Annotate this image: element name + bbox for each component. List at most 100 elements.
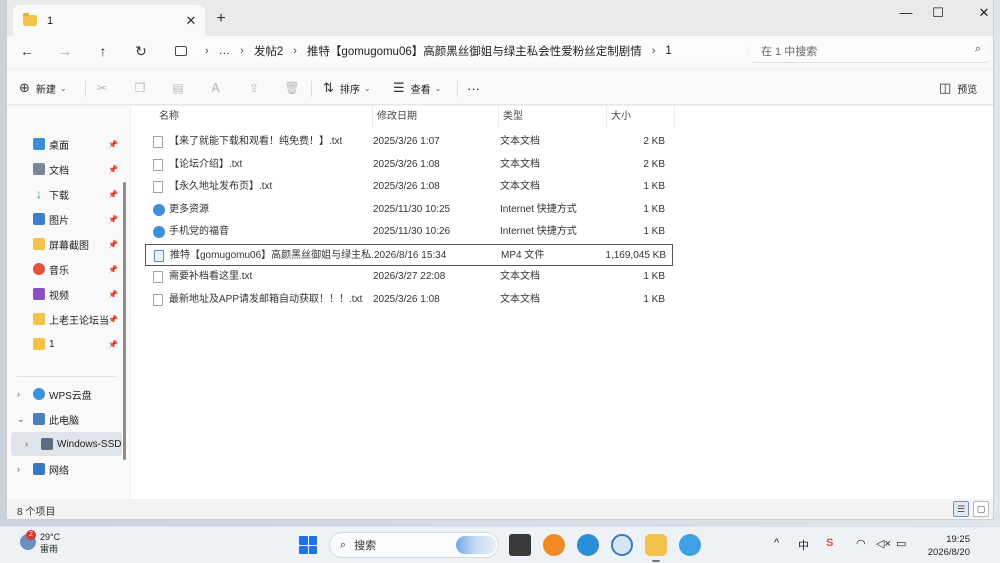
sidebar-item-screenshots[interactable]: 屏幕截图 📌 — [7, 232, 122, 256]
sort-button[interactable]: ⇅ 排序 ⌄ — [323, 79, 371, 97]
app-icon[interactable] — [679, 534, 701, 556]
column-label: 修改日期 — [377, 111, 417, 122]
tab-close-button[interactable]: ✕ — [181, 13, 201, 29]
sidebar-item-documents[interactable]: 文档 📌 — [7, 157, 122, 181]
tab-current[interactable]: 1 ✕ — [13, 5, 205, 36]
sidebar-scrollbar[interactable] — [123, 182, 126, 460]
column-header-modified[interactable]: 修改日期 — [373, 106, 499, 128]
tiles-view-button[interactable]: ▢ — [973, 501, 989, 517]
address-bar[interactable]: › … › 发帖2 › 推特【gomugomu06】高颜黑丝御姐与绿主私会性爱粉… — [167, 39, 745, 63]
copy-icon[interactable]: ❐ — [131, 79, 149, 97]
sidebar-item-folder[interactable]: 上老王论坛当 📌 — [7, 307, 122, 331]
volume-icon[interactable]: ◁× — [876, 537, 891, 550]
date: 2026/8/20 — [927, 547, 970, 558]
chevron-right-icon[interactable]: › — [25, 439, 28, 449]
app-icon[interactable] — [543, 534, 565, 556]
sidebar-item-music[interactable]: 音乐 📌 — [7, 257, 122, 281]
maximize-button[interactable]: ☐ — [915, 0, 961, 28]
sidebar-item-desktop[interactable]: 桌面 📌 — [7, 132, 122, 156]
forward-button[interactable]: → — [53, 41, 77, 61]
new-tab-button[interactable]: + — [211, 9, 231, 29]
file-explorer-icon[interactable] — [645, 534, 667, 562]
view-button[interactable]: ☰ 查看 ⌄ — [393, 79, 441, 97]
preview-pane-button[interactable]: ◫ 预览 — [939, 79, 977, 97]
sidebar-item-downloads[interactable]: ↓ 下载 📌 — [7, 182, 122, 206]
new-button[interactable]: ⊕ 新建 ⌄ — [19, 79, 67, 97]
computer-icon — [175, 46, 187, 56]
paste-icon[interactable]: ▤ — [169, 79, 187, 97]
chevron-right-icon[interactable]: › — [17, 389, 20, 399]
text-file-icon — [153, 293, 163, 306]
file-size: 1 KB — [643, 271, 665, 282]
new-label: 新建 — [35, 84, 56, 96]
system-clock[interactable]: 19:25 2026/8/20 — [922, 533, 970, 559]
browser-icon[interactable] — [577, 534, 599, 556]
column-header-name[interactable]: 名称 — [155, 106, 373, 128]
sidebar-item-label: 上老王论坛当 — [49, 315, 109, 327]
start-button[interactable] — [299, 536, 317, 554]
sidebar-item-network[interactable]: › 网络 — [7, 457, 122, 481]
file-modified: 2025/11/30 10:26 — [373, 226, 451, 237]
battery-icon[interactable]: ▭ — [896, 537, 906, 550]
share-icon[interactable]: ⇪ — [245, 79, 263, 97]
file-row[interactable]: 手机党的福音 2025/11/30 10:26 Internet 快捷方式 1 KB — [145, 221, 673, 243]
sidebar-item-videos[interactable]: 视频 📌 — [7, 282, 122, 306]
breadcrumb-item[interactable]: 发帖2 — [254, 43, 283, 59]
text-file-icon — [153, 158, 163, 171]
sidebar-item-wps-cloud[interactable]: › WPS云盘 — [7, 382, 122, 406]
search-input[interactable]: 在 1 中搜索 ⌕ — [751, 39, 989, 63]
title-bar: 1 ✕ + — ☐ ✕ — [7, 0, 993, 36]
breadcrumb-item[interactable]: 1 — [665, 45, 671, 57]
search-label: 搜索 — [354, 540, 377, 552]
column-header-type[interactable]: 类型 — [499, 106, 607, 128]
tray-overflow-icon[interactable]: ^ — [774, 537, 779, 549]
sidebar-item-pictures[interactable]: 图片 📌 — [7, 207, 122, 231]
file-size: 2 KB — [643, 158, 665, 170]
sidebar-item-this-pc[interactable]: ⌄ 此电脑 — [7, 407, 122, 431]
more-options-button[interactable]: ··· — [467, 79, 480, 97]
refresh-button[interactable]: ↻ — [129, 41, 153, 61]
back-button[interactable]: ← — [15, 41, 39, 61]
internet-shortcut-icon — [153, 203, 165, 216]
sidebar-item-windows-ssd[interactable]: › Windows-SSD — [11, 432, 122, 456]
sidebar-item-folder-1[interactable]: 1 📌 — [7, 332, 122, 356]
file-row[interactable]: 【论坛介绍】.txt 2025/3/26 1:08 文本文档 2 KB — [145, 154, 673, 176]
rename-icon[interactable]: Ꭺ — [207, 79, 225, 97]
view-list-icon: ☰ — [393, 80, 405, 95]
file-modified: 2026/3/27 22:08 — [373, 271, 446, 282]
pin-icon: 📌 — [108, 239, 118, 249]
chevron-right-icon: › — [240, 45, 244, 57]
file-row[interactable]: 需要补档看这里.txt 2026/3/27 22:08 文本文档 1 KB — [145, 266, 673, 288]
chevron-right-icon[interactable]: › — [17, 464, 20, 474]
file-row[interactable]: 更多资源 2025/11/30 10:25 Internet 快捷方式 1 KB — [145, 199, 673, 221]
file-name: 最新地址及APP请发邮箱自动获取！！！.txt — [169, 293, 363, 305]
chevron-down-icon[interactable]: ⌄ — [17, 414, 25, 425]
file-row[interactable]: 【来了就能下载和观看！纯免费！】.txt 2025/3/26 1:07 文本文档 2 … — [145, 131, 673, 153]
details-view-button[interactable]: ☰ — [953, 501, 969, 517]
input-method-icon[interactable]: 中 — [798, 537, 809, 553]
cut-icon[interactable]: ✂ — [93, 79, 111, 97]
file-row[interactable]: 【永久地址发布页】.txt 2025/3/26 1:08 文本文档 1 KB — [145, 176, 673, 198]
close-button[interactable]: ✕ — [961, 0, 1000, 28]
file-modified: 2026/8/16 15:34 — [374, 249, 447, 261]
delete-icon[interactable]: 🗑 — [283, 79, 301, 97]
internet-shortcut-icon — [153, 226, 165, 238]
sidebar-item-label: 音乐 — [49, 265, 69, 277]
pin-icon: 📌 — [108, 289, 118, 299]
weather-widget[interactable]: 2 29°C 雷雨 — [20, 530, 60, 555]
file-row[interactable]: 推特【gomugomu06】高颜黑丝御姐与绿主私... 2026/8/16 15:… — [145, 243, 673, 266]
document-icon — [33, 163, 45, 175]
taskbar-search[interactable]: ⌕ 搜索 — [329, 532, 499, 558]
divider — [85, 81, 86, 97]
breadcrumb-item[interactable]: 推特【gomugomu06】高颜黑丝御姐与绿主私会性爱粉丝定制剧情 — [307, 43, 642, 59]
column-header-size[interactable]: 大小 — [607, 106, 675, 128]
wps-icon[interactable]: S — [826, 537, 833, 549]
file-modified: 2025/3/26 1:08 — [373, 158, 440, 170]
breadcrumb-overflow[interactable]: … — [219, 45, 231, 57]
wifi-icon[interactable]: ◠ — [856, 537, 866, 550]
task-view-icon[interactable] — [509, 534, 531, 556]
app-icon[interactable] — [611, 534, 633, 556]
file-row[interactable]: 最新地址及APP请发邮箱自动获取！！！.txt 2025/3/26 1:08 文本文… — [145, 289, 673, 311]
up-button[interactable]: ↑ — [91, 41, 115, 61]
taskbar: 2 29°C 雷雨 ⌕ 搜索 ^ 中 S ◠ ◁× ▭ 19:25 2026/8… — [0, 526, 1000, 563]
